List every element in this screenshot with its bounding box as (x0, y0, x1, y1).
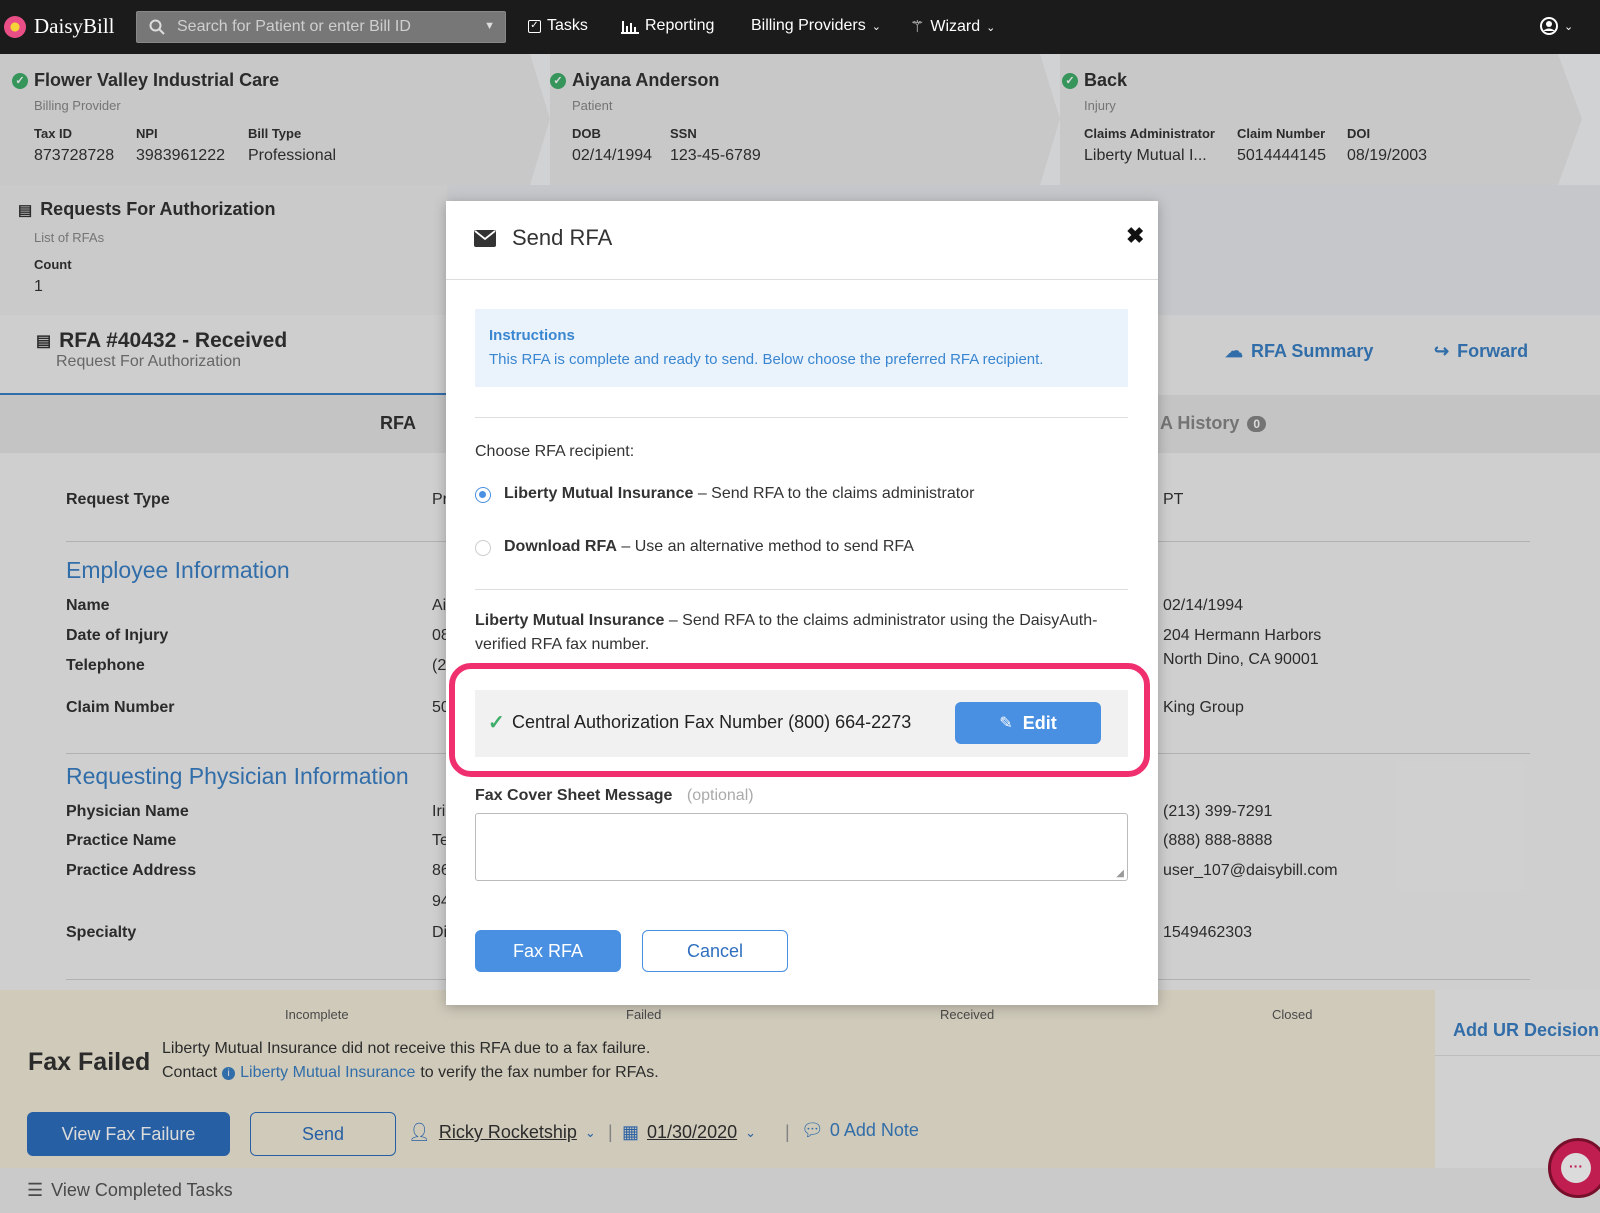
choose-recipient-label: Choose RFA recipient: (475, 443, 635, 460)
modal-header: Send RFA (474, 225, 612, 251)
divider (475, 417, 1128, 418)
chevron-down-icon[interactable]: ▼ (484, 20, 495, 32)
nav-billing-providers[interactable]: Billing Providers ⌄ (751, 17, 881, 35)
top-nav: DaisyBill Search for Patient or enter Bi… (0, 0, 1600, 54)
chevron-down-icon: ⌄ (986, 21, 996, 34)
radio-selected[interactable] (475, 487, 491, 503)
highlight-annotation (449, 663, 1150, 777)
recipient-option-download[interactable]: Download RFA – Use an alternative method… (475, 538, 1075, 560)
envelope-icon (474, 229, 496, 247)
logo-text: DaisyBill (34, 14, 115, 38)
magic-wand-icon: ⚚ (910, 19, 925, 36)
instructions-title: Instructions (489, 327, 575, 344)
chevron-down-icon: ⌄ (1564, 20, 1574, 33)
fax-rfa-button[interactable]: Fax RFA (475, 930, 621, 972)
option1-desc: – Send RFA to the claims administrator (697, 485, 975, 502)
resize-handle-icon[interactable]: ◢ (1116, 868, 1124, 879)
option1-label: Liberty Mutual Insurance (504, 485, 694, 502)
cover-label: Fax Cover Sheet Message (475, 787, 673, 804)
checkbox-icon: ✓ (528, 19, 541, 33)
cancel-button[interactable]: Cancel (642, 930, 788, 972)
modal-title: Send RFA (512, 225, 613, 250)
nav-reporting[interactable]: Reporting (621, 17, 714, 35)
bar-chart-icon (621, 20, 639, 34)
search-placeholder: Search for Patient or enter Bill ID (177, 18, 411, 35)
recipient-option-claims-admin[interactable]: Liberty Mutual Insurance – Send RFA to t… (475, 485, 1075, 507)
cover-sheet-label: Fax Cover Sheet Message (optional) (475, 787, 754, 805)
nav-tasks-label: Tasks (547, 17, 588, 34)
search-icon (149, 19, 165, 35)
nav-wizard-label: Wizard (930, 18, 981, 35)
instructions-box: Instructions This RFA is complete and re… (475, 309, 1128, 387)
option2-desc: – Use an alternative method to send RFA (621, 538, 914, 555)
cover-sheet-textarea[interactable]: ◢ (475, 813, 1128, 881)
radio-unselected[interactable] (475, 540, 491, 556)
nav-billing-providers-label: Billing Providers (751, 17, 866, 34)
divider (446, 279, 1158, 280)
daisy-logo-icon (4, 15, 26, 38)
user-circle-icon (1540, 17, 1558, 35)
option2-label: Download RFA (504, 538, 617, 555)
nav-wizard[interactable]: ⚚ Wizard ⌄ (910, 17, 995, 37)
user-menu[interactable]: ⌄ (1540, 17, 1573, 35)
close-icon[interactable]: ✖ (1126, 225, 1144, 247)
logo[interactable]: DaisyBill (4, 14, 115, 39)
chevron-down-icon: ⌄ (871, 20, 881, 33)
recipient-description: Liberty Mutual Insurance – Send RFA to t… (475, 609, 1125, 657)
description-label: Liberty Mutual Insurance (475, 612, 665, 629)
nav-reporting-label: Reporting (645, 17, 715, 34)
divider (475, 589, 1128, 590)
nav-tasks[interactable]: ✓ Tasks (528, 17, 588, 35)
send-rfa-modal: Send RFA ✖ Instructions This RFA is comp… (446, 201, 1158, 1005)
instructions-text: This RFA is complete and ready to send. … (489, 351, 1044, 368)
cover-optional: (optional) (686, 787, 754, 804)
search-input[interactable]: Search for Patient or enter Bill ID ▼ (136, 11, 506, 43)
